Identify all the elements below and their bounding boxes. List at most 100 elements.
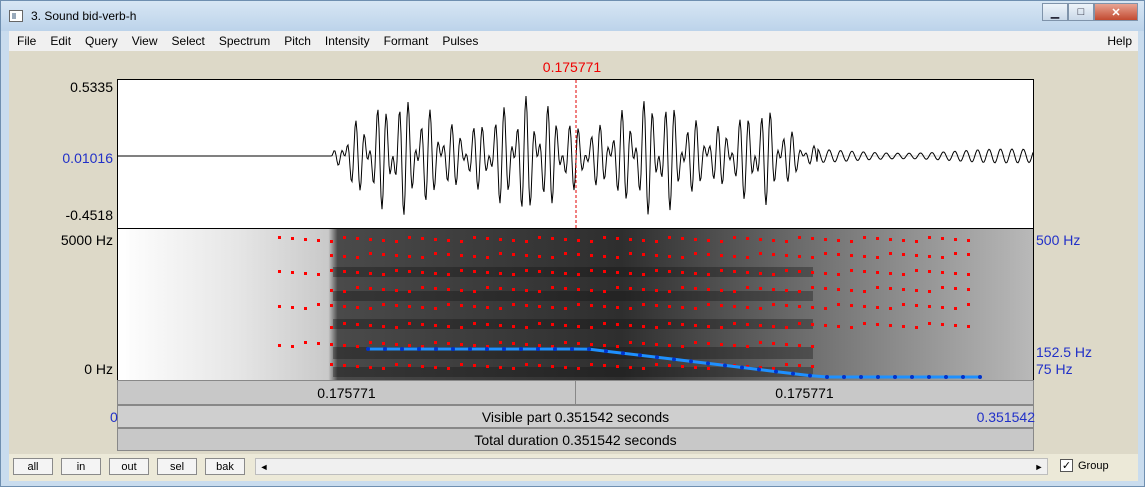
formant-point xyxy=(434,324,437,327)
formant-point xyxy=(772,342,775,345)
formant-point xyxy=(434,341,437,344)
menu-pitch[interactable]: Pitch xyxy=(277,34,318,48)
zoom-all-button[interactable]: all xyxy=(13,458,53,475)
time-right-half[interactable]: 0.175771 xyxy=(576,381,1033,404)
formant-point xyxy=(772,253,775,256)
formant-point xyxy=(876,306,879,309)
formant-point xyxy=(889,287,892,290)
formant-point xyxy=(473,255,476,258)
formant-point xyxy=(928,290,931,293)
formant-point xyxy=(408,255,411,258)
formant-point xyxy=(564,252,567,255)
formant-point xyxy=(967,325,970,328)
formant-point xyxy=(629,324,632,327)
formant-point xyxy=(681,256,684,259)
formant-point xyxy=(642,325,645,328)
waveform-panel[interactable] xyxy=(117,79,1034,229)
formant-point xyxy=(460,343,463,346)
pitch-point xyxy=(485,347,489,351)
pitch-point xyxy=(774,369,778,374)
formant-point xyxy=(408,305,411,308)
formant-point xyxy=(889,252,892,255)
formant-point xyxy=(629,341,632,344)
formant-point xyxy=(551,237,554,240)
menu-file[interactable]: File xyxy=(9,34,43,48)
formant-point xyxy=(954,252,957,255)
formant-point xyxy=(668,364,671,367)
menu-pulses[interactable]: Pulses xyxy=(435,34,485,48)
zoom-out-button[interactable]: out xyxy=(109,458,149,475)
formant-point xyxy=(902,288,905,291)
formant-point xyxy=(941,237,944,240)
waveform-y-zero: 0.01016 xyxy=(62,150,113,166)
formant-point xyxy=(876,237,879,240)
formant-point xyxy=(590,304,593,307)
zoom-back-button[interactable]: bak xyxy=(205,458,245,475)
formant-point xyxy=(590,343,593,346)
selection-time-bar[interactable]: 0.175771 0.175771 xyxy=(117,380,1034,405)
formant-point xyxy=(707,253,710,256)
formant-point xyxy=(421,256,424,259)
scroll-right-arrow-icon[interactable]: ► xyxy=(1031,459,1047,474)
formant-point xyxy=(889,307,892,310)
formant-point xyxy=(733,305,736,308)
visible-part-bar[interactable]: 0 Visible part 0.351542 seconds 0.351542 xyxy=(110,405,1035,428)
formant-point xyxy=(421,271,424,274)
pitch-point xyxy=(434,347,438,351)
formant-point xyxy=(512,342,515,345)
formant-point xyxy=(434,238,437,241)
formant-point xyxy=(434,272,437,275)
scroll-left-arrow-icon[interactable]: ◄ xyxy=(256,459,272,474)
formant-point xyxy=(889,272,892,275)
group-label: Group xyxy=(1078,460,1109,472)
spectrogram-panel[interactable] xyxy=(117,229,1034,380)
formant-point xyxy=(798,290,801,293)
formant-point xyxy=(642,303,645,306)
formant-point xyxy=(811,286,814,289)
formant-point xyxy=(369,252,372,255)
pitch-point xyxy=(638,353,642,358)
formant-point xyxy=(317,303,320,306)
formant-point xyxy=(538,255,541,258)
formant-point xyxy=(304,307,307,310)
menu-intensity[interactable]: Intensity xyxy=(318,34,377,48)
menu-help[interactable]: Help xyxy=(1100,34,1138,48)
maximize-button[interactable]: □ xyxy=(1068,3,1094,21)
formant-point xyxy=(460,304,463,307)
formant-point xyxy=(902,303,905,306)
formant-point xyxy=(395,254,398,257)
formant-point xyxy=(486,286,489,289)
menu-formant[interactable]: Formant xyxy=(377,34,436,48)
formant-point xyxy=(382,288,385,291)
formant-point xyxy=(590,240,593,243)
pitch-y-bottom: 75 Hz xyxy=(1036,361,1073,377)
menu-view[interactable]: View xyxy=(125,34,165,48)
time-left-half[interactable]: 0.175771 xyxy=(118,381,576,404)
formant-point xyxy=(577,273,580,276)
minimize-button[interactable]: ▁ xyxy=(1042,3,1068,21)
formant-point xyxy=(330,304,333,307)
formant-point xyxy=(772,325,775,328)
group-checkbox[interactable]: ✓ xyxy=(1060,459,1073,472)
formant-point xyxy=(369,324,372,327)
time-scrollbar[interactable]: ◄ ► xyxy=(255,458,1048,475)
formant-point xyxy=(629,272,632,275)
menu-spectrum[interactable]: Spectrum xyxy=(212,34,277,48)
zoom-in-button[interactable]: in xyxy=(61,458,101,475)
formant-point xyxy=(889,324,892,327)
menu-edit[interactable]: Edit xyxy=(43,34,78,48)
close-button[interactable]: ✕ xyxy=(1094,3,1138,21)
menu-query[interactable]: Query xyxy=(78,34,125,48)
formant-point xyxy=(538,364,541,367)
formant-point xyxy=(694,307,697,310)
zoom-selection-button[interactable]: sel xyxy=(157,458,197,475)
formant-point xyxy=(421,237,424,240)
formant-point xyxy=(499,307,502,310)
title-bar[interactable]: 3. Sound bid-verb-h ▁ □ ✕ xyxy=(1,1,1144,31)
formant-point xyxy=(681,271,684,274)
formant-point xyxy=(811,345,814,348)
formant-point xyxy=(395,304,398,307)
total-duration-bar[interactable]: Total duration 0.351542 seconds xyxy=(117,428,1034,451)
formant-point xyxy=(824,324,827,327)
menu-select[interactable]: Select xyxy=(165,34,212,48)
